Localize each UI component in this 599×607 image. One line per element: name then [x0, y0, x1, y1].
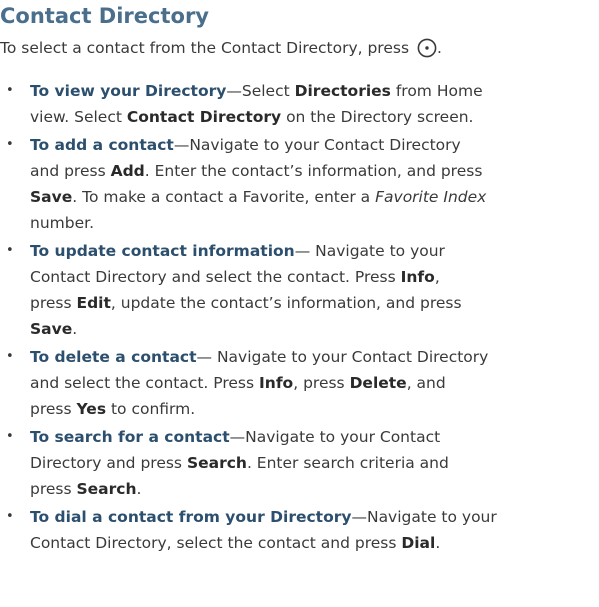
body-text: . To make a contact a Favorite, enter a — [72, 188, 376, 206]
item-line: Contact Directory and select the contact… — [30, 264, 599, 290]
body-text: . Enter the contact’s information, and p… — [144, 162, 483, 180]
item-line: and select the contact. Press Info, pres… — [30, 370, 599, 396]
item-line: To view your Directory—Select Directorie… — [30, 78, 599, 104]
item-line: press Yes to confirm. — [30, 396, 599, 422]
bullet-icon: • — [6, 429, 14, 444]
body-text: , and — [406, 374, 446, 392]
emphasis-text: Favorite Index — [375, 188, 487, 206]
list-item: • To view your Directory—Select Directori… — [0, 78, 599, 130]
item-line: To search for a contact—Navigate to your… — [30, 424, 599, 450]
body-text: on the Directory screen. — [281, 108, 474, 126]
item-line: To dial a contact from your Directory—Na… — [30, 504, 599, 530]
intro-text: To select a contact from the Contact Dir… — [0, 39, 410, 57]
item-line: view. Select Contact Directory on the Di… — [30, 104, 599, 130]
body-text: — Navigate to your — [294, 242, 445, 260]
item-lead: To dial a contact from your Directory — [30, 508, 352, 526]
body-text: Directory and press — [30, 454, 187, 472]
body-text: Contact Directory, select the contact an… — [30, 534, 402, 552]
key-label: Search — [186, 454, 247, 472]
key-label: Directories — [294, 82, 391, 100]
bullet-icon: • — [6, 83, 14, 98]
key-label: Info — [400, 268, 435, 286]
bullet-icon: • — [6, 509, 14, 524]
key-label: Save — [30, 320, 73, 338]
item-line: Save. To make a contact a Favorite, ente… — [30, 184, 599, 210]
select-button-icon — [417, 38, 437, 58]
list-item: • To add a contact—Navigate to your Conta… — [0, 132, 599, 236]
item-lead: To search for a contact — [30, 428, 230, 446]
key-label: Search — [76, 480, 137, 498]
body-text: — Navigate to your Contact Directory — [196, 348, 489, 366]
item-line: Directory and press Search. Enter search… — [30, 450, 599, 476]
body-text: press — [30, 480, 77, 498]
body-text: —Select — [226, 82, 295, 100]
item-line: and press Add. Enter the contact’s infor… — [30, 158, 599, 184]
key-label: Delete — [349, 374, 407, 392]
body-text: and select the contact. Press — [30, 374, 260, 392]
body-text: —Navigate to your — [351, 508, 497, 526]
key-label: Dial — [401, 534, 436, 552]
item-line: Save. — [30, 316, 599, 342]
bullet-icon: • — [6, 137, 14, 152]
item-line: To update contact information— Navigate … — [30, 238, 599, 264]
item-line: Contact Directory, select the contact an… — [30, 530, 599, 556]
item-lead: To view your Directory — [30, 82, 227, 100]
list-item: • To update contact information— Navigate… — [0, 238, 599, 342]
intro-end: . — [436, 39, 442, 57]
body-text: press — [30, 400, 77, 418]
body-text: from Home — [390, 82, 483, 100]
body-text: , update the contact’s information, and … — [110, 294, 462, 312]
body-text: and press — [30, 162, 111, 180]
instruction-list: • To view your Directory—Select Directori… — [0, 78, 599, 558]
body-text: number. — [30, 214, 94, 232]
item-line: number. — [30, 210, 599, 236]
key-label: Yes — [76, 400, 107, 418]
list-item: • To delete a contact— Navigate to your C… — [0, 344, 599, 422]
intro-paragraph: To select a contact from the Contact Dir… — [0, 35, 442, 61]
key-label: Add — [110, 162, 145, 180]
key-label: Edit — [76, 294, 111, 312]
key-label: Contact Directory — [126, 108, 282, 126]
body-text: , press — [293, 374, 350, 392]
item-lead: To delete a contact — [30, 348, 197, 366]
body-text: —Navigate to your Contact — [229, 428, 441, 446]
body-text: press — [30, 294, 77, 312]
key-label: Info — [259, 374, 294, 392]
key-label: Save — [30, 188, 73, 206]
body-text: . Enter search criteria and — [246, 454, 449, 472]
item-lead: To update contact information — [30, 242, 295, 260]
item-line: press Edit, update the contact’s informa… — [30, 290, 599, 316]
body-text: to confirm. — [106, 400, 196, 418]
item-line: press Search. — [30, 476, 599, 502]
item-lead: To add a contact — [30, 136, 174, 154]
item-line: To add a contact—Navigate to your Contac… — [30, 132, 599, 158]
body-text: . — [72, 320, 78, 338]
body-text: —Navigate to your Contact Directory — [173, 136, 461, 154]
page-title: Contact Directory — [0, 4, 209, 28]
bullet-icon: • — [6, 349, 14, 364]
body-text: , — [434, 268, 440, 286]
item-line: To delete a contact— Navigate to your Co… — [30, 344, 599, 370]
body-text: . — [136, 480, 142, 498]
body-text: . — [435, 534, 441, 552]
document-page: Contact Directory To select a contact fr… — [0, 0, 599, 607]
bullet-icon: • — [6, 243, 14, 258]
body-text: Contact Directory and select the contact… — [30, 268, 401, 286]
list-item: • To search for a contact—Navigate to you… — [0, 424, 599, 502]
body-text: view. Select — [30, 108, 127, 126]
list-item: • To dial a contact from your Directory—N… — [0, 504, 599, 556]
